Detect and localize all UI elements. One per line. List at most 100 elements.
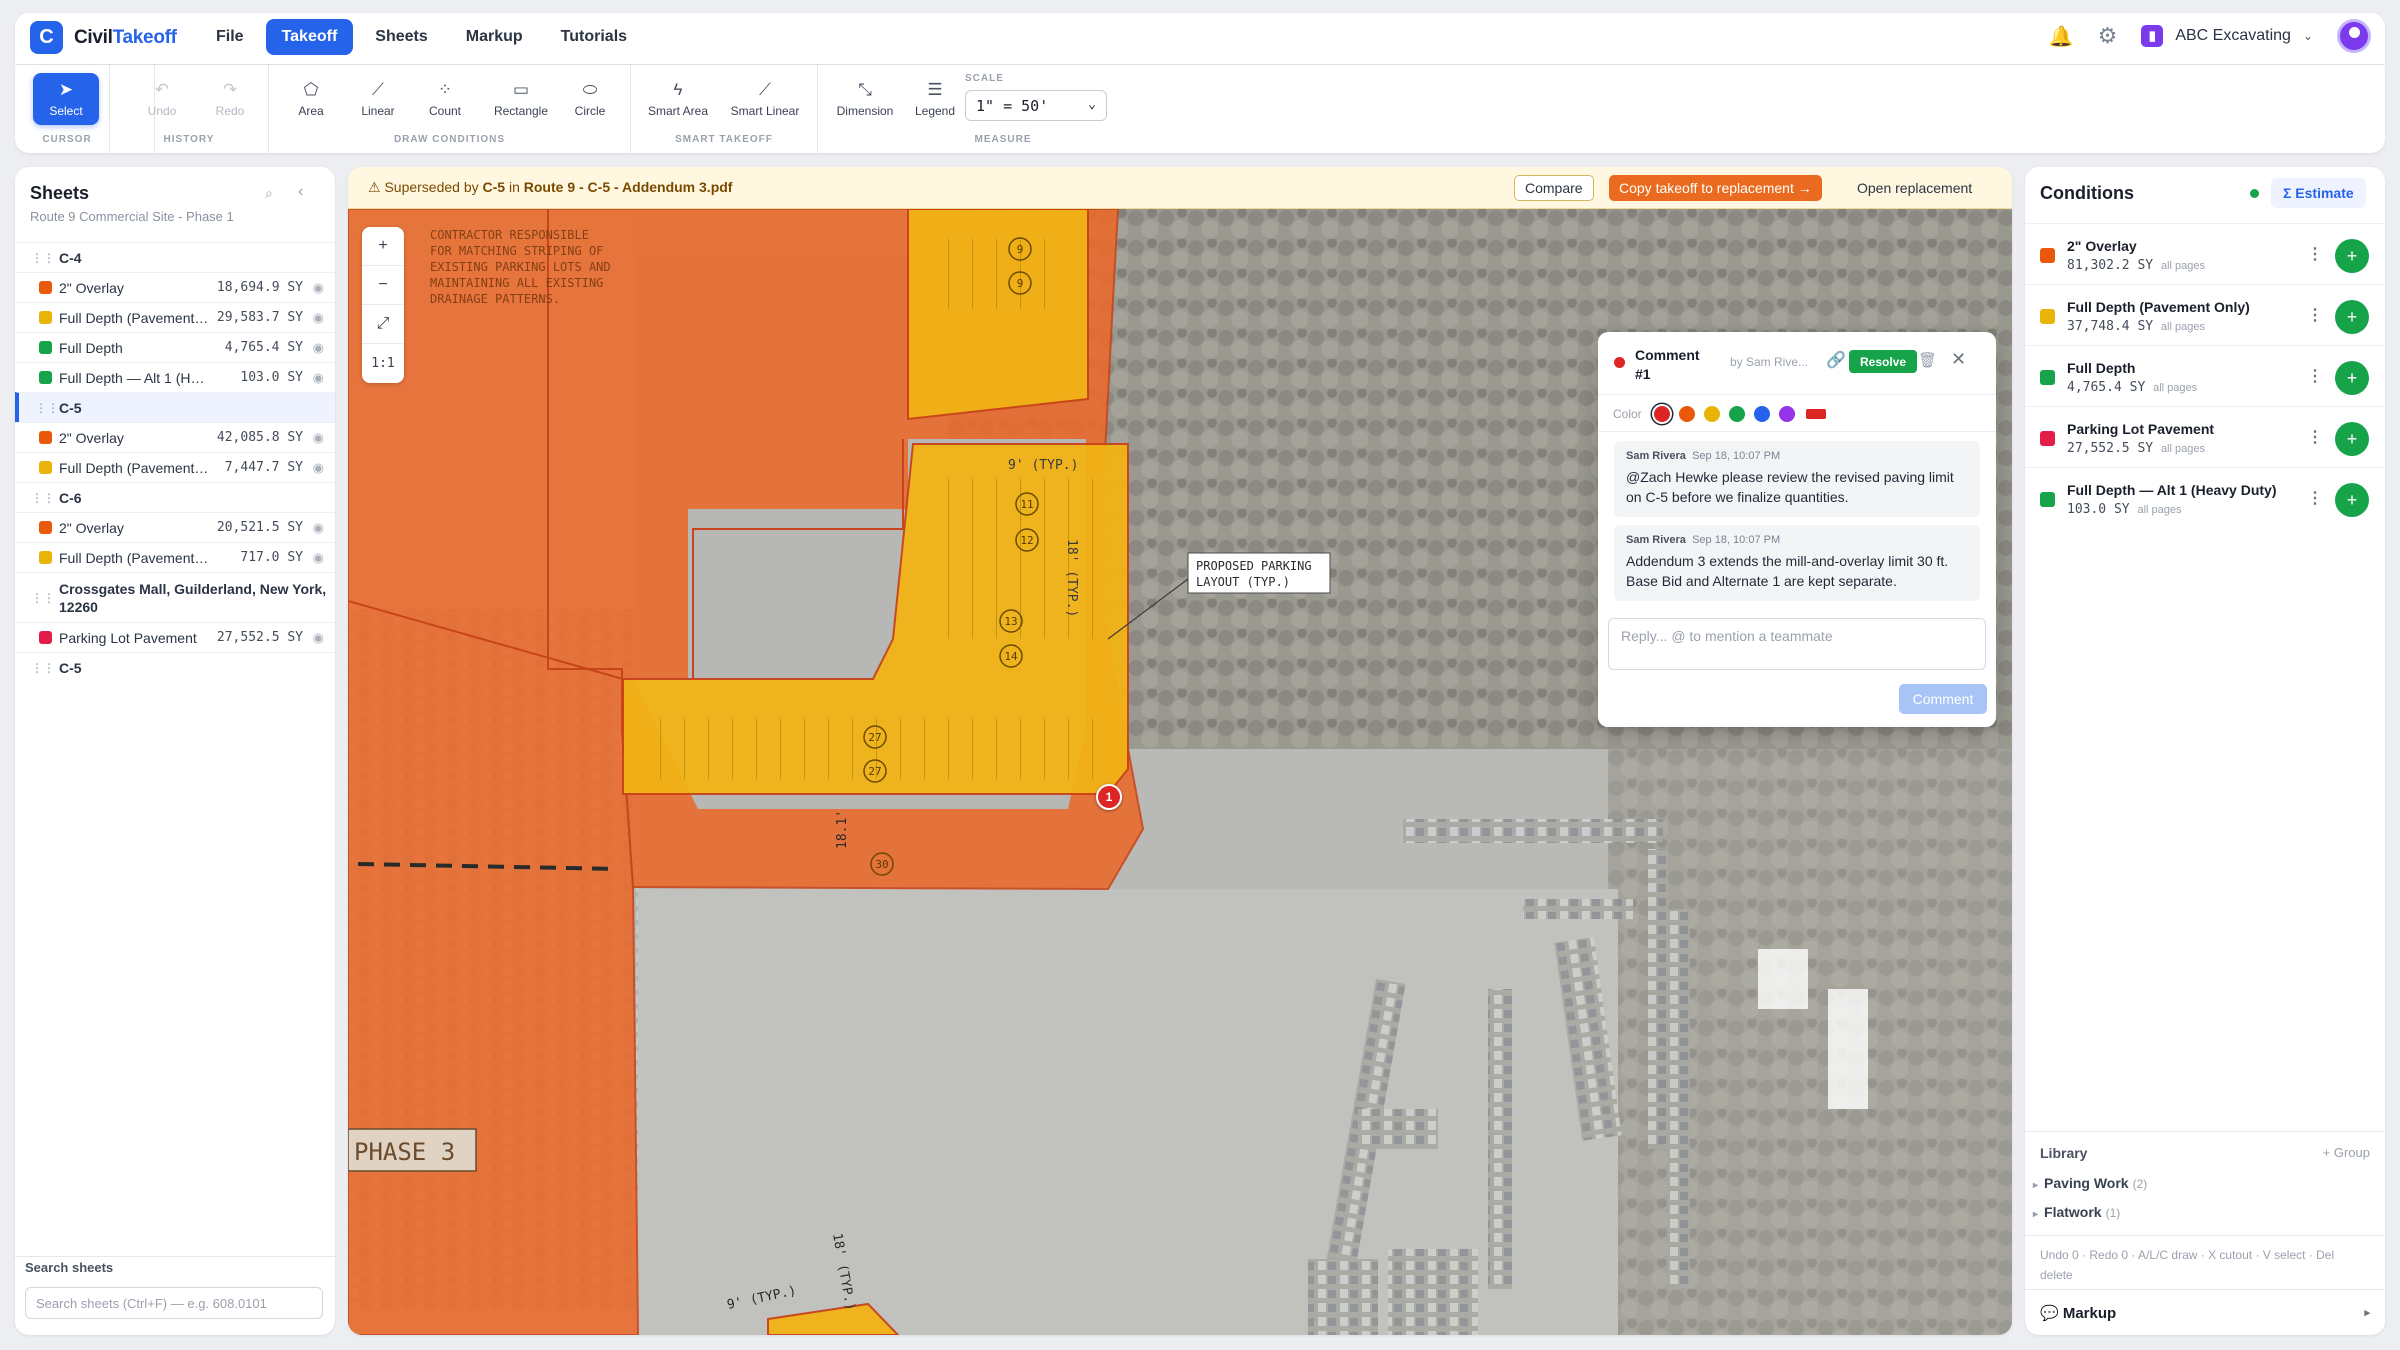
eye-icon[interactable]: ◉: [313, 340, 324, 356]
sheet-condition-row[interactable]: Full Depth — Alt 1 (Heavy Duty) 103.0 SY ◉: [15, 362, 335, 392]
fit-to-screen-button[interactable]: ⤢: [362, 305, 404, 344]
eye-icon[interactable]: ◉: [313, 550, 324, 566]
sheet-row[interactable]: ⋮⋮ C-5: [15, 392, 335, 422]
linear-tool[interactable]: ⟋ Linear: [346, 73, 410, 125]
sheet-row[interactable]: ⋮⋮ C-4: [15, 242, 335, 272]
sheet-condition-row[interactable]: Full Depth 4,765.4 SY ◉: [15, 332, 335, 362]
estimate-button[interactable]: Σ Estimate: [2271, 178, 2366, 208]
eye-icon[interactable]: ◉: [313, 280, 324, 296]
eye-icon[interactable]: ◉: [313, 370, 324, 386]
aerial-map[interactable]: 9 9 11 12 13 14 27 27 30 CONTRACTOR RESPONSI…: [348, 209, 2012, 1335]
highlight-swatch[interactable]: [1806, 409, 1826, 419]
eye-icon[interactable]: ◉: [313, 520, 324, 536]
copy-takeoff-button[interactable]: Copy takeoff to replacement →: [1609, 175, 1822, 201]
condition-row[interactable]: 2" Overlay 81,302.2 SY all pages ⋮ +: [2025, 223, 2385, 284]
nav-tutorials[interactable]: Tutorials: [545, 19, 643, 55]
smart-area-tool[interactable]: ϟ Smart Area: [639, 73, 717, 125]
add-condition-button[interactable]: +: [2335, 483, 2369, 517]
color-swatch[interactable]: [1779, 406, 1795, 422]
add-group-button[interactable]: + Group: [2323, 1145, 2370, 1160]
markup-section-toggle[interactable]: 💬 Markup ▸: [2025, 1289, 2385, 1335]
undo-label: Undo: [147, 103, 177, 118]
submit-comment-button[interactable]: Comment: [1899, 684, 1987, 714]
sheet-condition-row[interactable]: Full Depth (Pavement Only) 7,447.7 SY ◉: [15, 452, 335, 482]
circle-tool[interactable]: ⬭ Circle: [558, 73, 622, 125]
sheet-condition-row[interactable]: Full Depth (Pavement Only) 29,583.7 SY ◉: [15, 302, 335, 332]
comment-pin[interactable]: 1: [1096, 784, 1122, 810]
link-icon[interactable]: 🔗: [1826, 350, 1846, 370]
drag-handle-icon[interactable]: ⋮⋮: [31, 491, 55, 505]
nav-sheets[interactable]: Sheets: [359, 19, 443, 55]
more-options-icon[interactable]: ⋮: [2307, 366, 2323, 386]
nav-file[interactable]: File: [200, 19, 260, 55]
sheet-condition-row[interactable]: 2" Overlay 18,694.9 SY ◉: [15, 272, 335, 302]
legend-tool[interactable]: ☰ Legend: [903, 73, 967, 125]
more-options-icon[interactable]: ⋮: [2307, 427, 2323, 447]
sheet-row[interactable]: ⋮⋮ C-6: [15, 482, 335, 512]
count-tool[interactable]: ⁘ Count: [413, 73, 477, 125]
reply-input[interactable]: Reply... @ to mention a teammate: [1608, 618, 1986, 670]
more-options-icon[interactable]: ⋮: [2307, 488, 2323, 508]
app-logo[interactable]: C CivilTakeoff: [30, 21, 177, 54]
dimension-tool[interactable]: ⤡ Dimension: [828, 73, 902, 125]
condition-quantity: 42,085.8 SY: [216, 430, 303, 445]
scale-select[interactable]: 1" = 50' ⌄: [965, 90, 1107, 121]
sheet-row[interactable]: ⋮⋮ C-5: [15, 652, 335, 682]
select-tool[interactable]: ➤ Select: [33, 73, 99, 125]
collapse-panel-icon[interactable]: ‹: [298, 183, 303, 201]
drag-handle-icon[interactable]: ⋮⋮: [31, 661, 55, 675]
more-options-icon[interactable]: ⋮: [2307, 305, 2323, 325]
condition-row[interactable]: Full Depth — Alt 1 (Heavy Duty) 103.0 SY …: [2025, 467, 2385, 528]
add-condition-button[interactable]: +: [2335, 422, 2369, 456]
eye-icon[interactable]: ◉: [313, 430, 324, 446]
sheet-condition-row[interactable]: Full Depth (Pavement Only) 717.0 SY ◉: [15, 542, 335, 572]
rectangle-tool[interactable]: ▭ Rectangle: [486, 73, 556, 125]
more-options-icon[interactable]: ⋮: [2307, 244, 2323, 264]
open-replacement-link[interactable]: Open replacement: [1847, 175, 1982, 201]
drag-handle-icon[interactable]: ⋮⋮: [35, 401, 59, 415]
library-group[interactable]: ▸ Flatwork (1): [2033, 1204, 2120, 1220]
actual-size-button[interactable]: 1:1: [362, 344, 404, 383]
quantity-scope: all pages: [2160, 443, 2205, 455]
add-condition-button[interactable]: +: [2335, 300, 2369, 334]
gear-icon[interactable]: ⚙: [2098, 23, 2118, 49]
color-swatch[interactable]: [1654, 406, 1670, 422]
add-condition-button[interactable]: +: [2335, 239, 2369, 273]
callout-text: PROPOSED PARKING: [1196, 559, 1312, 573]
area-tool[interactable]: ⬠ Area: [279, 73, 343, 125]
nav-markup[interactable]: Markup: [450, 19, 539, 55]
sheet-condition-row[interactable]: Parking Lot Pavement 27,552.5 SY ◉: [15, 622, 335, 652]
org-switcher[interactable]: ▮ ABC Excavating ⌄: [2141, 25, 2313, 47]
nav-takeoff[interactable]: Takeoff: [265, 19, 354, 55]
color-swatch[interactable]: [1729, 406, 1745, 422]
search-sheets-input[interactable]: Search sheets (Ctrl+F) — e.g. 608.0101: [25, 1287, 323, 1319]
bell-icon[interactable]: 🔔: [2049, 24, 2074, 49]
drag-handle-icon[interactable]: ⋮⋮: [31, 591, 55, 605]
smart-linear-tool[interactable]: ⟋ Smart Linear: [724, 73, 806, 125]
eye-icon[interactable]: ◉: [313, 310, 324, 326]
add-condition-button[interactable]: +: [2335, 361, 2369, 395]
compare-button[interactable]: Compare: [1514, 175, 1594, 201]
resolve-button[interactable]: Resolve: [1849, 350, 1918, 373]
eye-icon[interactable]: ◉: [313, 460, 324, 476]
condition-row[interactable]: Full Depth (Pavement Only) 37,748.4 SY al…: [2025, 284, 2385, 345]
eye-icon[interactable]: ◉: [313, 630, 324, 646]
drag-handle-icon[interactable]: ⋮⋮: [31, 251, 55, 265]
undo-button[interactable]: ↶ Undo: [130, 73, 194, 125]
sheet-row[interactable]: ⋮⋮ Crossgates Mall, Guilderland, New York…: [15, 572, 335, 622]
library-group[interactable]: ▸ Paving Work (2): [2033, 1175, 2147, 1191]
condition-row[interactable]: Full Depth 4,765.4 SY all pages ⋮ +: [2025, 345, 2385, 406]
close-icon[interactable]: ✕: [1951, 349, 1966, 370]
redo-button[interactable]: ↷ Redo: [198, 73, 262, 125]
color-swatch[interactable]: [1754, 406, 1770, 422]
trash-icon[interactable]: 🗑: [1918, 351, 1937, 369]
condition-row[interactable]: Parking Lot Pavement 27,552.5 SY all page…: [2025, 406, 2385, 467]
zoom-in-button[interactable]: +: [362, 227, 404, 266]
color-swatch[interactable]: [1679, 406, 1695, 422]
sheet-condition-row[interactable]: 2" Overlay 20,521.5 SY ◉: [15, 512, 335, 542]
zoom-out-button[interactable]: −: [362, 266, 404, 305]
color-swatch[interactable]: [1704, 406, 1720, 422]
search-icon[interactable]: ⌕: [265, 185, 273, 202]
avatar[interactable]: [2337, 19, 2371, 53]
sheet-condition-row[interactable]: 2" Overlay 42,085.8 SY ◉: [15, 422, 335, 452]
